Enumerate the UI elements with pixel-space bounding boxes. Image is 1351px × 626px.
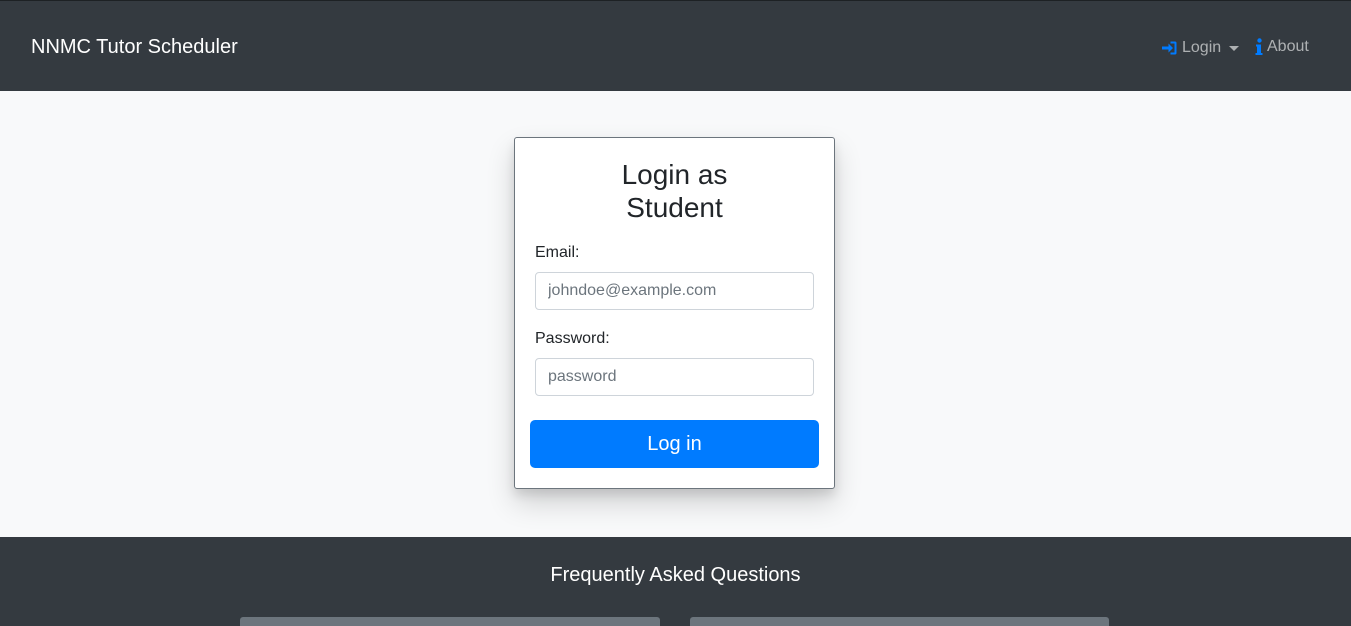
faq-section: Frequently Asked Questions xyxy=(0,537,1351,626)
email-field[interactable] xyxy=(535,272,814,310)
faq-card-left[interactable] xyxy=(240,617,660,626)
login-title: Login as Student xyxy=(621,159,728,223)
login-card: Login as Student Email: Password: Log in xyxy=(514,137,835,489)
password-label: Password: xyxy=(535,330,610,347)
email-label: Email: xyxy=(535,244,580,261)
faq-title: Frequently Asked Questions xyxy=(550,564,801,586)
about-nav-link[interactable]: About xyxy=(1255,37,1309,57)
sign-in-icon xyxy=(1160,40,1178,56)
about-nav-label: About xyxy=(1267,38,1309,55)
info-icon xyxy=(1255,38,1263,56)
faq-card-right[interactable] xyxy=(690,617,1109,626)
top-navbar: NNMC Tutor Scheduler Login About xyxy=(0,0,1351,91)
brand-title[interactable]: NNMC Tutor Scheduler xyxy=(31,35,238,59)
login-nav-label: Login xyxy=(1182,39,1222,56)
chevron-down-icon xyxy=(1229,45,1240,51)
login-button[interactable]: Log in xyxy=(530,420,819,468)
login-dropdown-toggle[interactable]: Login xyxy=(1160,38,1240,58)
password-field[interactable] xyxy=(535,358,814,396)
